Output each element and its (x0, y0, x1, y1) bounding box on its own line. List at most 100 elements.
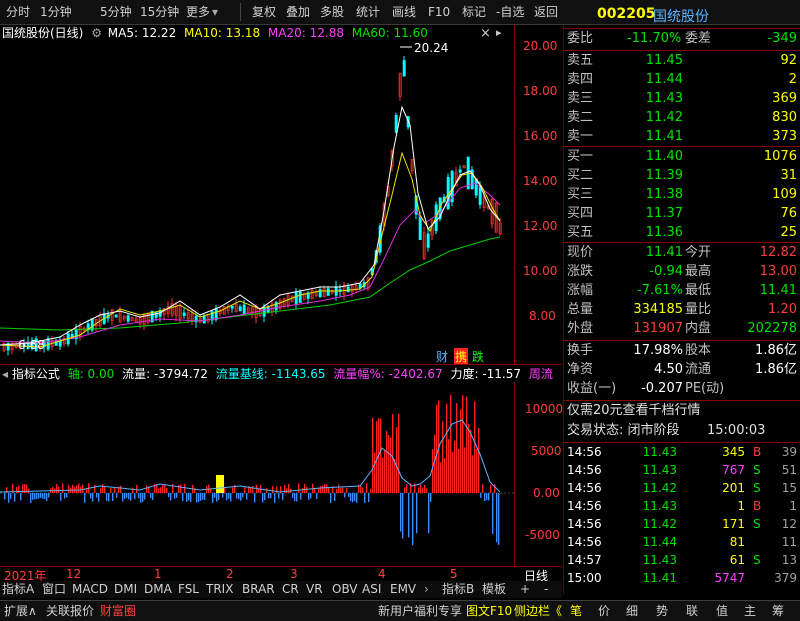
flow-bar (232, 487, 234, 493)
flow-bar (200, 493, 202, 501)
tick-side: S (753, 481, 761, 495)
f10-button[interactable]: F10 (428, 4, 450, 20)
finance-badge[interactable]: 财 (436, 348, 448, 365)
kline-chart (0, 46, 502, 356)
candle-body (402, 60, 406, 77)
tick-time: 14:56 (567, 517, 602, 531)
tab-indicator-a[interactable]: 指标A (2, 582, 34, 597)
ma60-line (0, 236, 501, 331)
expand-arrow-icon[interactable]: ◂ (2, 367, 8, 381)
flow-bar (218, 493, 220, 500)
tab-trend[interactable]: 势 (656, 604, 668, 619)
period-tab-timeshare[interactable]: 分时 (6, 4, 30, 20)
mark-button[interactable]: 标记 (462, 4, 486, 20)
bid-volume: 25 (780, 225, 797, 240)
flow-bar (364, 493, 366, 503)
wealth-circle-button[interactable]: 财富圈 (100, 604, 136, 619)
tick-count: 12 (781, 517, 797, 531)
flow-bar (302, 488, 304, 493)
flow-bar (160, 487, 162, 493)
new-user-benefit-link[interactable]: 新用户福利专享 (378, 604, 462, 619)
period-tab-1min[interactable]: 1分钟 (40, 4, 72, 20)
candle-body (182, 312, 186, 316)
ask-volume: 373 (772, 129, 797, 144)
sidebar-toggle-button[interactable]: 侧边栏《 (514, 604, 562, 619)
adjust-button[interactable]: 复权 (252, 4, 276, 20)
flow-bar (398, 413, 400, 493)
time-tick: 12 (66, 567, 82, 581)
drop-badge[interactable]: 跌 (472, 348, 484, 365)
tab-link[interactable]: 联 (686, 604, 698, 619)
related-quotes-button[interactable]: 关联报价 (46, 604, 94, 619)
tab-dma[interactable]: DMA (144, 582, 172, 597)
flow-bar (450, 394, 452, 493)
tab-emv[interactable]: EMV (390, 582, 416, 597)
flow-bar (152, 493, 154, 501)
stat-label: 内盘 (685, 321, 712, 336)
tab-dmi[interactable]: DMI (114, 582, 137, 597)
period-tab-15min[interactable]: 15分钟 (140, 4, 179, 20)
flow-bar (346, 488, 348, 493)
tab-price[interactable]: 价 (598, 604, 610, 619)
tab-asi[interactable]: ASI (362, 582, 381, 597)
chevron-right-icon[interactable]: › (424, 582, 429, 597)
flow-bar (286, 488, 288, 493)
flow-bar (240, 493, 242, 501)
flow-bar (30, 493, 32, 503)
indicator-formula-label[interactable]: 指标公式 (12, 367, 60, 381)
ask-label: 卖一 (567, 129, 594, 144)
draw-line-button[interactable]: 画线 (392, 4, 416, 20)
flow-bar (136, 485, 138, 493)
tab-brar[interactable]: BRAR (242, 582, 275, 597)
flow-bar (230, 493, 232, 502)
flow-bar (388, 435, 390, 493)
tab-ticks[interactable]: 笔 (570, 604, 582, 619)
period-tab-5min[interactable]: 5分钟 (100, 4, 132, 20)
tab-vr[interactable]: VR (306, 582, 323, 597)
period-more-dropdown[interactable]: 更多 (186, 4, 210, 20)
flow-bar (56, 483, 58, 493)
tab-macd[interactable]: MACD (72, 582, 108, 597)
tab-value[interactable]: 值 (716, 604, 728, 619)
flow-bar (92, 493, 94, 502)
fund-value (729, 379, 797, 399)
f10-graphic-button[interactable]: 图文F10 (466, 604, 512, 619)
flow-bar (304, 483, 306, 493)
chevron-down-icon[interactable]: ▾ (212, 4, 218, 20)
candle-body (214, 308, 218, 320)
stat-value: 202278 (747, 321, 797, 336)
multi-stock-button[interactable]: 多股 (320, 4, 344, 20)
promo-text[interactable]: 仅需20元查看千档行情 (567, 401, 701, 421)
flow-bar (490, 484, 492, 493)
watchlist-remove-button[interactable]: -自选 (496, 4, 524, 20)
bid-price: 11.36 (645, 225, 683, 240)
flow-bar (44, 493, 46, 500)
tab-trix[interactable]: TRIX (206, 582, 233, 597)
tab-cr[interactable]: CR (282, 582, 299, 597)
tab-window[interactable]: 窗口 (42, 582, 66, 597)
flow-bar (316, 493, 318, 500)
tab-obv[interactable]: OBV (332, 582, 358, 597)
tab-indicator-b[interactable]: 指标B (442, 582, 474, 597)
expand-button[interactable]: 扩展∧ (4, 604, 37, 619)
tab-detail[interactable]: 细 (626, 604, 638, 619)
add-indicator-button[interactable]: + (520, 582, 530, 597)
flow-bar (292, 493, 294, 498)
tab-main[interactable]: 主 (744, 604, 756, 619)
flow-bar (98, 493, 100, 502)
price-tick: 16.00 (523, 129, 558, 143)
flow-bar (186, 493, 188, 502)
tab-template[interactable]: 模板 (482, 582, 506, 597)
tab-fsl[interactable]: FSL (178, 582, 199, 597)
tick-price: 11.43 (642, 463, 677, 477)
overlay-button[interactable]: 叠加 (286, 4, 310, 20)
price-tick: 12.00 (523, 219, 558, 233)
event-badge[interactable]: 携 (454, 348, 469, 365)
candle-body (242, 304, 246, 315)
statistics-button[interactable]: 统计 (356, 4, 380, 20)
remove-indicator-button[interactable]: - (544, 582, 548, 597)
ask-volume: 369 (772, 91, 797, 106)
flow-bar (36, 493, 38, 500)
tab-chips[interactable]: 筹 (772, 604, 784, 619)
back-button[interactable]: 返回 (534, 4, 558, 20)
